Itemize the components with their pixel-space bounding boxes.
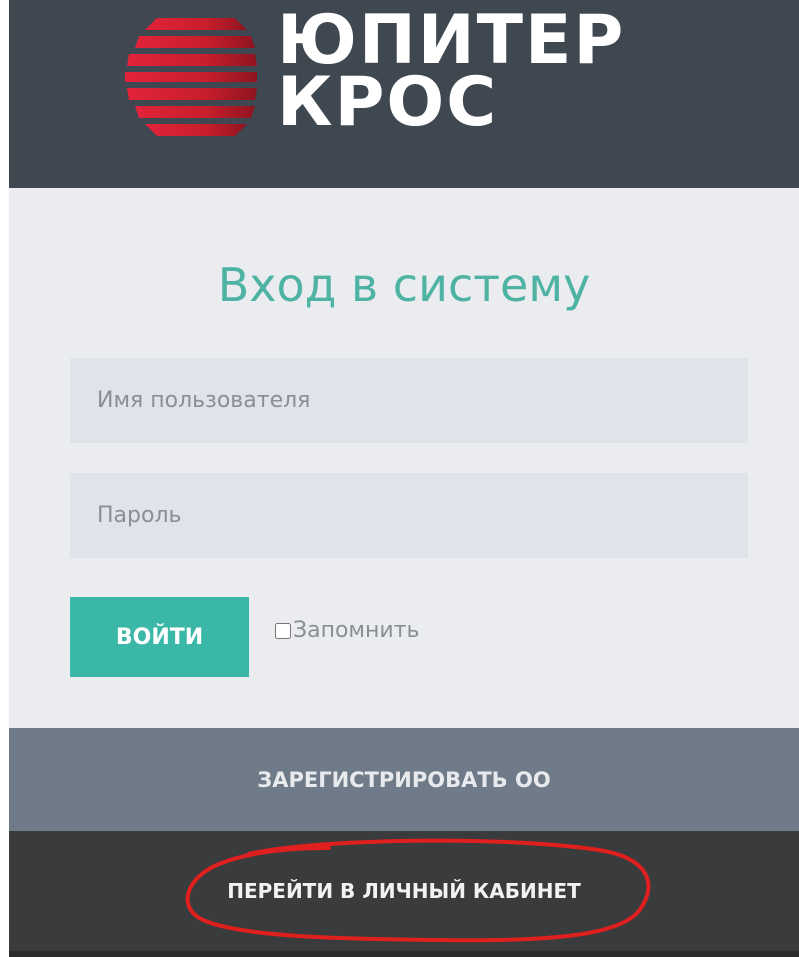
personal-cabinet-button[interactable]: ПЕРЕЙТИ В ЛИЧНЫЙ КАБИНЕТ xyxy=(9,831,799,951)
login-page: ЮПИТЕР КРОС Вход в систему ВОЙТИ Запомни… xyxy=(9,0,799,957)
logo-wordmark: ЮПИТЕР КРОС xyxy=(277,7,625,142)
register-label: ЗАРЕГИСТРИРОВАТЬ ОО xyxy=(257,767,551,792)
remember-me[interactable]: Запомнить xyxy=(275,618,420,643)
page-title: Вход в систему xyxy=(217,258,591,312)
logo-line-2: КРОС xyxy=(277,63,499,142)
password-input[interactable] xyxy=(70,473,748,558)
header: ЮПИТЕР КРОС xyxy=(9,0,799,188)
remember-checkbox[interactable] xyxy=(275,622,291,639)
remember-label: Запомнить xyxy=(293,618,420,643)
personal-cabinet-label: ПЕРЕЙТИ В ЛИЧНЫЙ КАБИНЕТ xyxy=(227,879,581,903)
stacked-stripes-logo-icon xyxy=(125,18,257,136)
register-button[interactable]: ЗАРЕГИСТРИРОВАТЬ ОО xyxy=(9,728,799,831)
bottom-divider xyxy=(9,951,799,957)
login-button[interactable]: ВОЙТИ xyxy=(70,597,249,677)
username-input[interactable] xyxy=(70,358,748,443)
